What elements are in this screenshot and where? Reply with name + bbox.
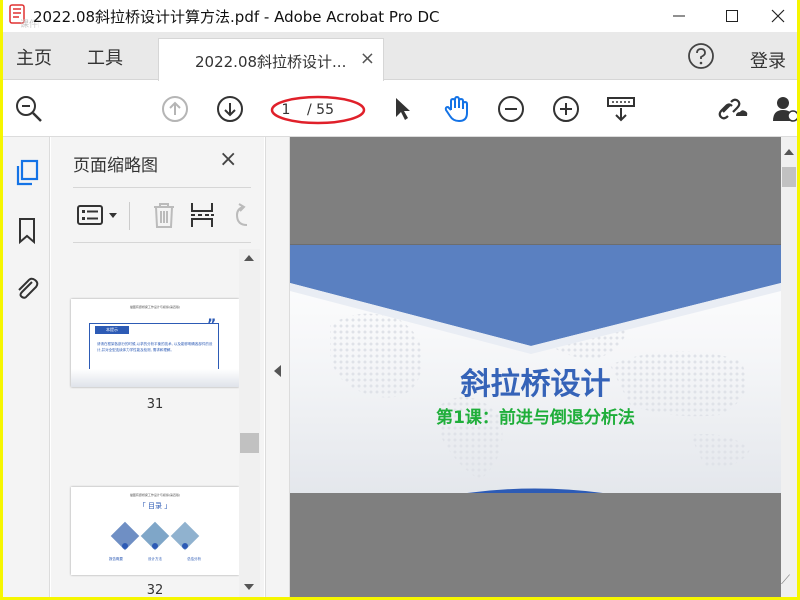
reading-mode-icon	[607, 97, 635, 122]
tab-document[interactable]: 2022.08斜拉桥设计... ×	[158, 38, 384, 81]
scroll-thumb[interactable]	[240, 433, 259, 453]
collapse-arrow-icon[interactable]	[274, 365, 281, 377]
panel-toolbar	[73, 187, 251, 243]
tab-bar: 主页 工具 2022.08斜拉桥设计... × 登录	[3, 32, 797, 81]
zoom-search-button[interactable]	[13, 93, 45, 125]
left-rail	[3, 137, 50, 597]
thumb-header-text: 描图有题桥梁工作设计与模拟(第四版)	[129, 305, 181, 309]
toc-item: 报告概要	[109, 557, 123, 561]
title-bar: 课件网 2022.08斜拉桥设计计算方法.pdf - Adobe Acrobat…	[3, 0, 797, 32]
tab-home[interactable]: 主页	[16, 44, 52, 70]
document-tab-label: 2022.08斜拉桥设计...	[195, 53, 347, 71]
page-split-icon	[191, 203, 214, 227]
share-link-icon	[718, 98, 748, 120]
paperclip-icon	[18, 277, 39, 299]
scroll-thumb[interactable]	[782, 167, 796, 187]
thumb-toc-items: 报告概要 设计方法 总结分析	[109, 557, 201, 562]
share-link-button[interactable]	[717, 93, 749, 125]
close-tab-button[interactable]: ×	[360, 48, 375, 69]
tab-tools[interactable]: 工具	[87, 44, 123, 70]
resize-grip-icon[interactable]: ⟋	[781, 573, 790, 588]
page-down-icon	[217, 96, 243, 122]
close-icon	[771, 9, 785, 23]
reading-mode-button[interactable]	[605, 93, 637, 125]
add-user-icon	[773, 97, 797, 122]
zoom-in-icon	[553, 96, 579, 122]
bookmark-icon	[19, 218, 35, 245]
diamond-images-icon	[109, 520, 201, 552]
thumb-box-label: 本提示	[95, 326, 129, 334]
zoom-in-button[interactable]	[550, 93, 582, 125]
page-thumbnails-button[interactable]	[13, 159, 41, 187]
page-up-icon	[162, 96, 188, 122]
rotate-page-button[interactable]	[227, 201, 257, 229]
zoom-out-button[interactable]	[495, 93, 527, 125]
share-user-button[interactable]	[769, 93, 797, 125]
document-view[interactable]: 斜拉桥设计 第1课：前进与倒退分析法	[290, 137, 781, 597]
quote-mark-icon: ”	[207, 317, 217, 333]
close-window-button[interactable]	[755, 0, 797, 32]
zoom-out-icon	[498, 96, 524, 122]
thumbnail-scrollbar[interactable]	[239, 249, 260, 597]
document-scrollbar[interactable]: ⟋	[781, 137, 797, 597]
zoom-icon	[16, 96, 42, 122]
toc-item: 设计方法	[148, 557, 162, 561]
options-menu-icon	[77, 205, 117, 225]
hand-icon	[444, 96, 468, 122]
thumb-toc-label: 「 目录 」	[138, 502, 172, 510]
trash-icon	[154, 203, 174, 228]
page-total: / 55	[307, 102, 334, 118]
thumb-footer-gradient	[71, 369, 239, 387]
thumbnail-page-number: 32	[146, 583, 164, 597]
scroll-down-arrow[interactable]	[244, 584, 254, 590]
thumbnail-page-31[interactable]: 描图有题桥梁工作设计与模拟(第四版) 本提示 请请在框架各部分的时候,以求的分析…	[71, 299, 239, 387]
main-toolbar: / 55	[3, 81, 797, 137]
thumb-toc-text: 目录	[148, 502, 162, 510]
slide-title: 斜拉桥设计	[460, 367, 611, 402]
page-navigator: / 55	[273, 97, 359, 123]
select-cursor-icon	[396, 98, 410, 120]
close-panel-button[interactable]: ×	[219, 147, 237, 172]
previous-page-button[interactable]	[159, 93, 191, 125]
pdf-page: 斜拉桥设计 第1课：前进与倒退分析法	[290, 244, 781, 493]
page-number-input[interactable]	[273, 99, 299, 121]
thumbnail-options-button[interactable]	[77, 201, 121, 229]
window-title: 2022.08斜拉桥设计计算方法.pdf - Adobe Acrobat Pro…	[33, 8, 440, 26]
login-button[interactable]: 登录	[750, 47, 786, 73]
bookmarks-button[interactable]	[13, 217, 41, 245]
panel-collapse-strip[interactable]	[265, 137, 290, 597]
attachments-button[interactable]	[13, 274, 41, 302]
toc-item: 总结分析	[187, 557, 201, 561]
toolbar-divider	[129, 202, 130, 230]
panel-title: 页面缩略图	[73, 156, 158, 176]
select-tool-button[interactable]	[386, 93, 418, 125]
thumbnail-panel: 页面缩略图 × 描图有题桥梁工作设计与模拟(第四版) 本提示 请请在框架各部分的…	[51, 137, 264, 597]
hand-tool-button[interactable]	[441, 93, 473, 125]
thumbnail-list[interactable]: 描图有题桥梁工作设计与模拟(第四版) 本提示 请请在框架各部分的时候,以求的分析…	[51, 249, 264, 597]
minimize-button[interactable]	[656, 0, 702, 32]
help-icon[interactable]	[687, 42, 715, 70]
next-page-button[interactable]	[214, 93, 246, 125]
extract-page-button[interactable]	[187, 201, 217, 229]
thumb-body-text: 请请在框架各部分的时候,以求的分析平衡的技术, 以及能够明确各部件的设计,并对全…	[97, 342, 213, 352]
slide-subtitle: 第1课：前进与倒退分析法	[436, 408, 635, 428]
minimize-icon	[673, 15, 685, 17]
maximize-icon	[726, 10, 738, 22]
acrobat-window: 课件网 2022.08斜拉桥设计计算方法.pdf - Adobe Acrobat…	[3, 0, 797, 597]
delete-page-button[interactable]	[149, 201, 179, 229]
scroll-up-arrow[interactable]	[244, 255, 254, 261]
page-thumbnails-icon	[16, 159, 39, 186]
thumb-header-text: 描图有题桥梁工作设计与模拟(第四版)	[129, 493, 181, 497]
thumbnail-page-32[interactable]: 描图有题桥梁工作设计与模拟(第四版) 「 目录 」 报告概要 设计方法 总结分析	[71, 487, 239, 575]
thumbnail-page-number: 31	[146, 397, 164, 412]
rotate-icon	[235, 203, 248, 226]
scroll-up-arrow[interactable]	[784, 149, 794, 155]
maximize-button[interactable]	[709, 0, 755, 32]
